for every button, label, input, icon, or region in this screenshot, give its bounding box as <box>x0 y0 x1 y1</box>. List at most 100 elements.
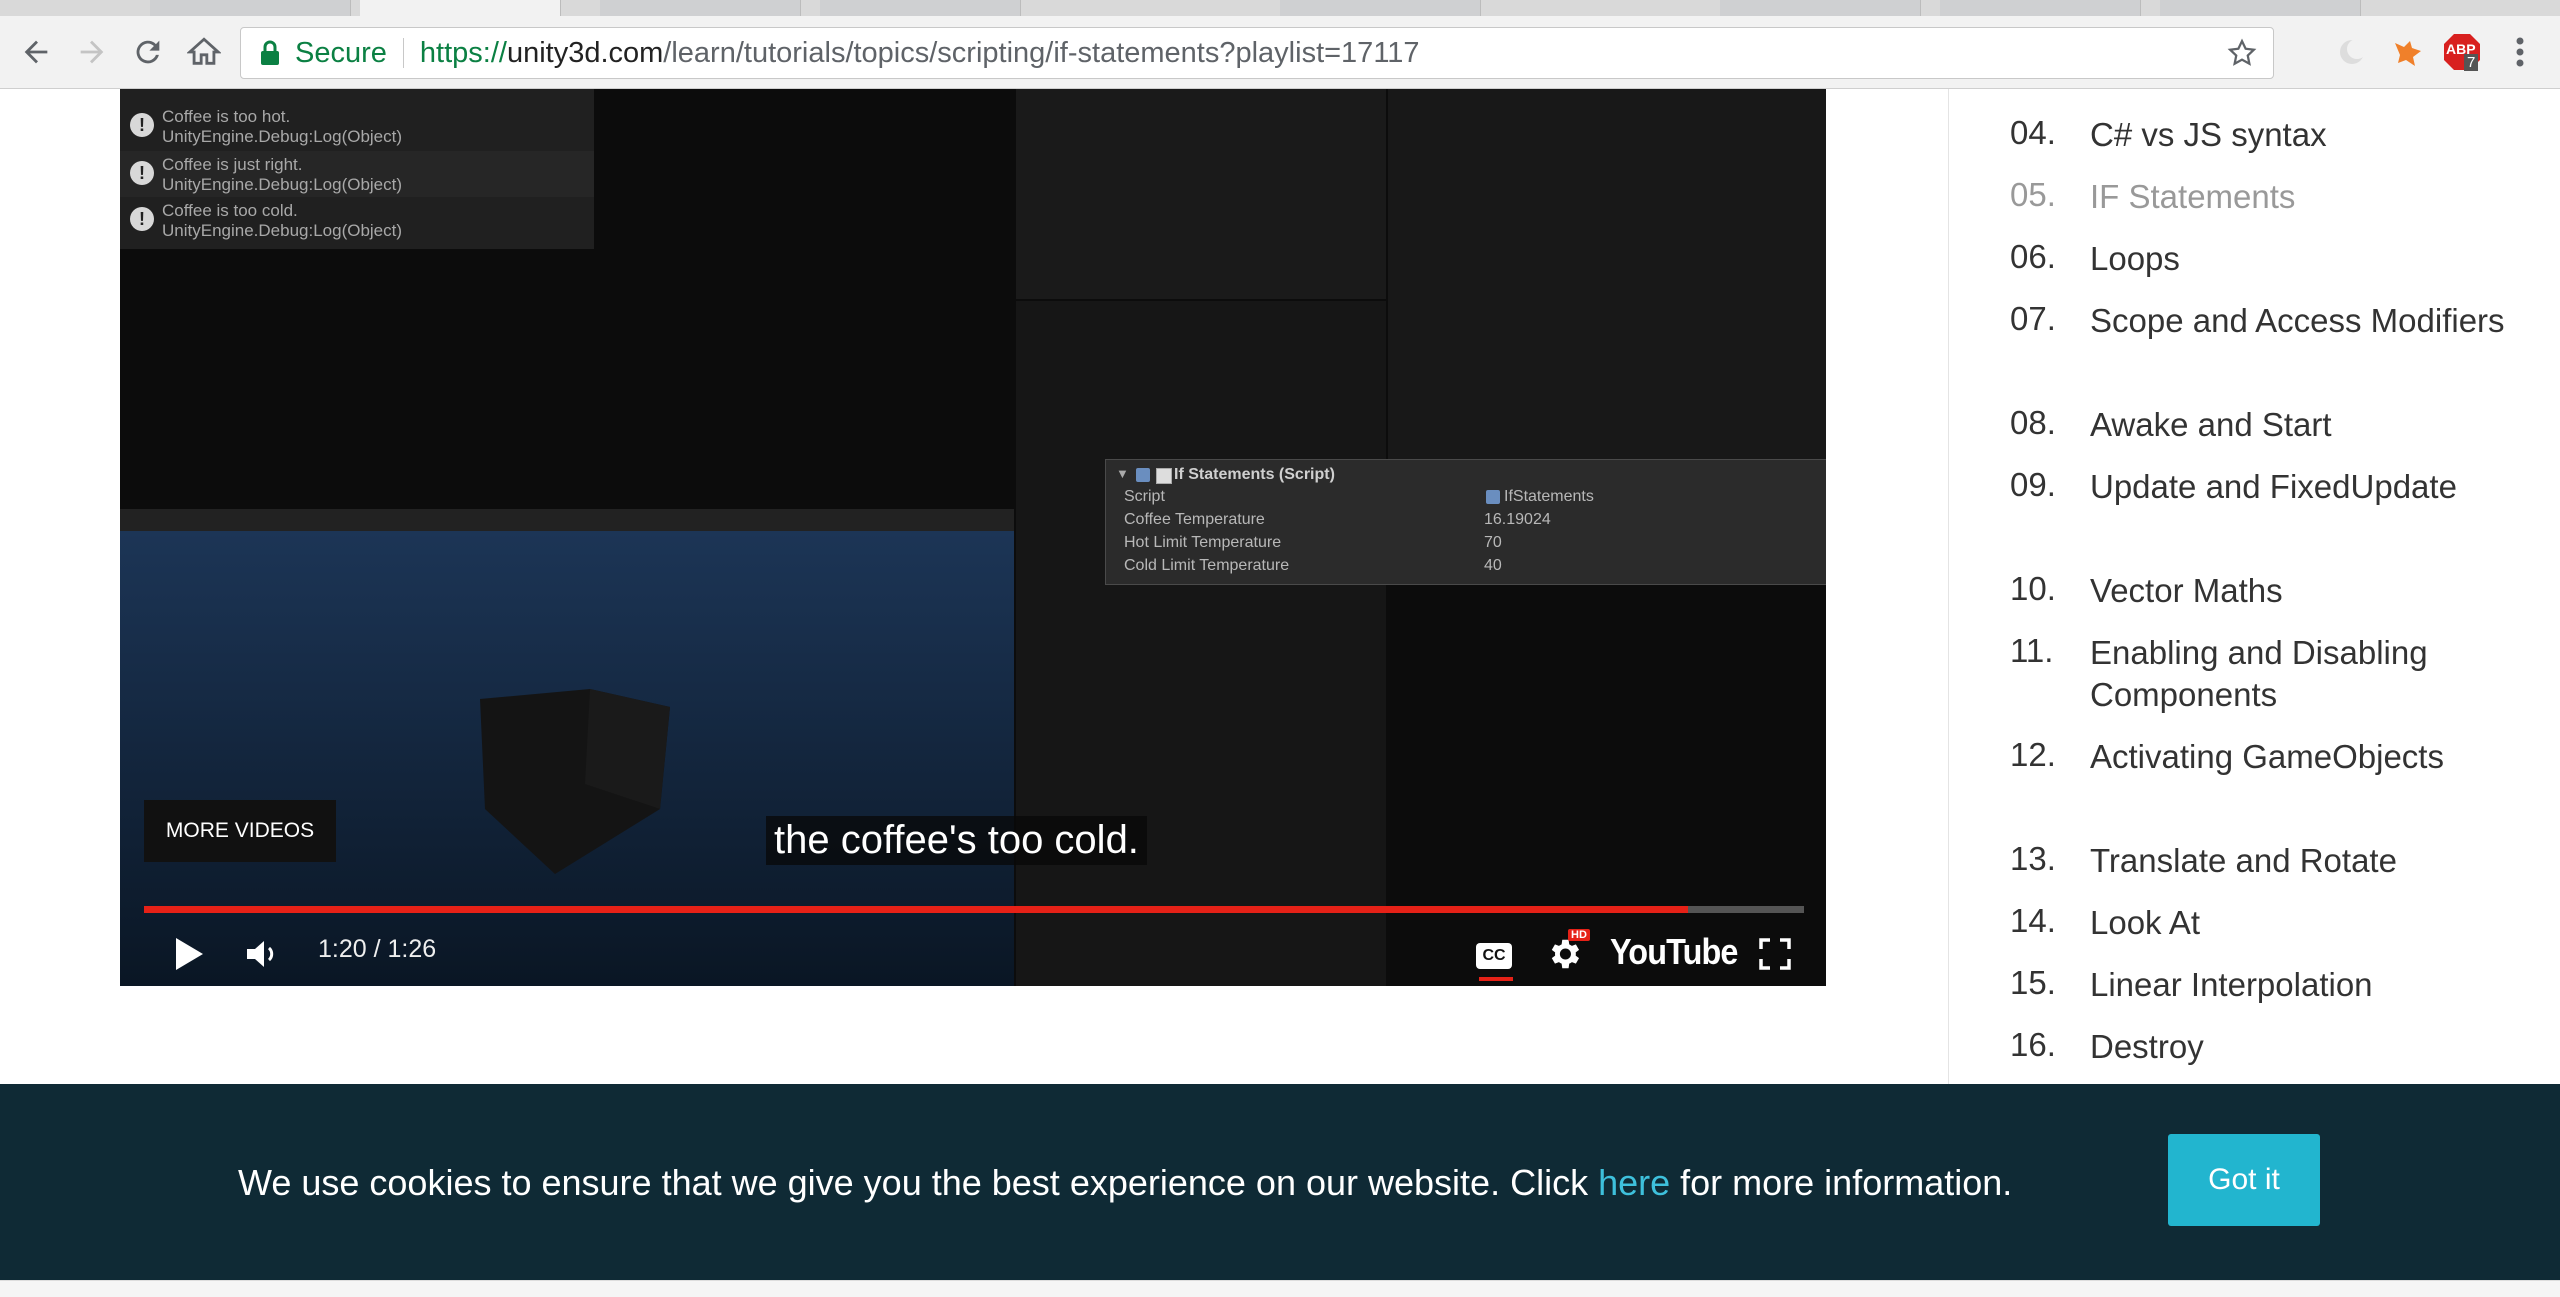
lesson-title: Activating GameObjects <box>2090 738 2444 775</box>
lesson-title: Scope and Access Modifiers <box>2090 302 2505 339</box>
volume-icon <box>247 941 274 967</box>
volume-button[interactable] <box>238 929 288 979</box>
adblock-count-badge: 7 <box>2464 54 2479 71</box>
lesson-title: Enabling and Disabling Components <box>2090 634 2428 713</box>
progress-fill <box>144 906 1688 913</box>
browser-tab[interactable] <box>150 0 351 16</box>
url-scheme: https:// <box>419 36 507 69</box>
lesson-title: Translate and Rotate <box>2090 842 2397 879</box>
lesson-title: Update and FixedUpdate <box>2090 468 2457 505</box>
unity-project-panel <box>1016 301 1386 986</box>
captions-button[interactable]: CC <box>1464 929 1524 983</box>
play-button[interactable] <box>164 929 214 979</box>
lesson-number: 10. <box>2010 570 2056 607</box>
settings-button[interactable]: HD <box>1534 927 1594 981</box>
log-message: Coffee is too cold. <box>162 201 298 220</box>
play-icon <box>176 938 203 970</box>
extension-moon-icon[interactable] <box>2330 30 2374 74</box>
field-label: Script <box>1124 488 1165 505</box>
cookie-more-info-link[interactable]: here <box>1598 1162 1670 1203</box>
back-button[interactable] <box>8 16 64 88</box>
log-message: Coffee is too hot. <box>162 107 291 126</box>
lesson-title: Linear Interpolation <box>2090 966 2373 1003</box>
video-player[interactable]: ! Coffee is too hot. UnityEngine.Debug:L… <box>120 89 1826 986</box>
field-value: 16.19024 <box>1484 511 1551 528</box>
unity-inspector-panel <box>1388 89 1826 459</box>
lesson-number: 11. <box>2010 632 2054 669</box>
reload-button[interactable] <box>120 16 176 88</box>
home-button[interactable] <box>176 16 232 88</box>
lesson-title: Destroy <box>2090 1028 2204 1065</box>
lesson-title: C# vs JS syntax <box>2090 116 2327 153</box>
adblock-extension-icon[interactable]: ABP 7 <box>2440 30 2484 74</box>
log-detail: UnityEngine.Debug:Log(Object) <box>162 175 403 194</box>
browser-tab[interactable] <box>1280 0 1481 16</box>
unity-hierarchy-panel <box>1016 89 1386 299</box>
sidebar-divider <box>1948 89 1949 1085</box>
page-bottom-strip <box>0 1280 2560 1297</box>
forward-arrow-icon <box>80 40 104 64</box>
lesson-number: 05. <box>2010 176 2056 213</box>
cc-icon: CC <box>1476 943 1512 969</box>
warning-icon: ! <box>130 113 154 137</box>
lesson-title: Vector Maths <box>2090 572 2283 609</box>
field-value: IfStatements <box>1504 488 1594 505</box>
tab-strip <box>0 0 2560 16</box>
unity-console-panel: ! Coffee is too hot. UnityEngine.Debug:L… <box>120 89 594 249</box>
fullscreen-button[interactable] <box>1750 929 1800 979</box>
browser-tab[interactable] <box>1940 0 2141 16</box>
lesson-number: 07. <box>2010 300 2056 337</box>
lesson-number: 09. <box>2010 466 2056 503</box>
hd-badge: HD <box>1568 929 1590 941</box>
lesson-number: 14. <box>2010 902 2056 939</box>
lesson-title: Look At <box>2090 904 2201 941</box>
browser-tab[interactable] <box>1720 0 1921 16</box>
browser-menu-button[interactable] <box>2498 30 2542 74</box>
got-it-button[interactable]: Got it <box>2168 1134 2320 1226</box>
fullscreen-icon <box>1759 938 1791 970</box>
browser-tab[interactable] <box>2160 0 2361 16</box>
youtube-logo[interactable]: YouTube <box>1610 931 1738 973</box>
field-label: Coffee Temperature <box>1124 511 1265 528</box>
url-host: unity3d.com <box>506 36 664 69</box>
script-icon <box>1486 490 1500 504</box>
address-separator <box>402 38 404 68</box>
bookmark-star-icon[interactable] <box>2227 38 2257 68</box>
lesson-number: 15. <box>2010 964 2056 1001</box>
url-path: /learn/tutorials/topics/scripting/if-sta… <box>663 36 1420 69</box>
time-display: 1:20 / 1:26 <box>318 935 437 963</box>
cookie-text: We use cookies to ensure that we give yo… <box>238 1162 1599 1203</box>
forward-button[interactable] <box>64 16 120 88</box>
script-icon <box>1136 468 1150 482</box>
field-label: Hot Limit Temperature <box>1124 534 1282 551</box>
warning-icon: ! <box>130 161 154 185</box>
player-controls: 1:20 / 1:26 CC HD YouTube <box>120 921 1826 986</box>
lesson-number: 12. <box>2010 736 2056 773</box>
kebab-menu-icon <box>2516 37 2524 67</box>
lesson-title: Loops <box>2090 240 2180 277</box>
console-log-row: ! Coffee is too hot. UnityEngine.Debug:L… <box>120 103 594 149</box>
warning-icon: ! <box>130 207 154 231</box>
lesson-number: 16. <box>2010 1026 2056 1063</box>
address-bar[interactable]: Secure https://unity3d.com/learn/tutoria… <box>240 27 2274 79</box>
cookie-message: We use cookies to ensure that we give yo… <box>238 1162 2012 1204</box>
video-caption: the coffee's too cold. <box>766 816 1147 865</box>
progress-bar[interactable] <box>144 906 1804 913</box>
cookie-banner: We use cookies to ensure that we give yo… <box>0 1084 2560 1280</box>
field-label: Cold Limit Temperature <box>1124 557 1290 574</box>
browser-toolbar: Secure https://unity3d.com/learn/tutoria… <box>0 16 2560 89</box>
field-value: 70 <box>1484 534 1502 551</box>
extension-fox-icon[interactable] <box>2386 30 2430 74</box>
more-videos-button[interactable]: MORE VIDEOS <box>144 800 336 862</box>
captions-active-underline <box>1479 977 1513 981</box>
secure-label: Secure <box>295 36 387 69</box>
lesson-title: Awake and Start <box>2090 406 2332 443</box>
browser-tab[interactable] <box>820 0 1021 16</box>
cube-object <box>480 689 670 874</box>
lock-icon <box>261 40 279 65</box>
browser-tab-active[interactable] <box>360 0 561 16</box>
url-text: https://unity3d.com/learn/tutorials/topi… <box>420 37 1420 70</box>
browser-tab[interactable] <box>600 0 801 16</box>
inspector-title: If Statements (Script) <box>1174 466 1335 483</box>
console-log-row: ! Coffee is too cold. UnityEngine.Debug:… <box>120 197 594 243</box>
